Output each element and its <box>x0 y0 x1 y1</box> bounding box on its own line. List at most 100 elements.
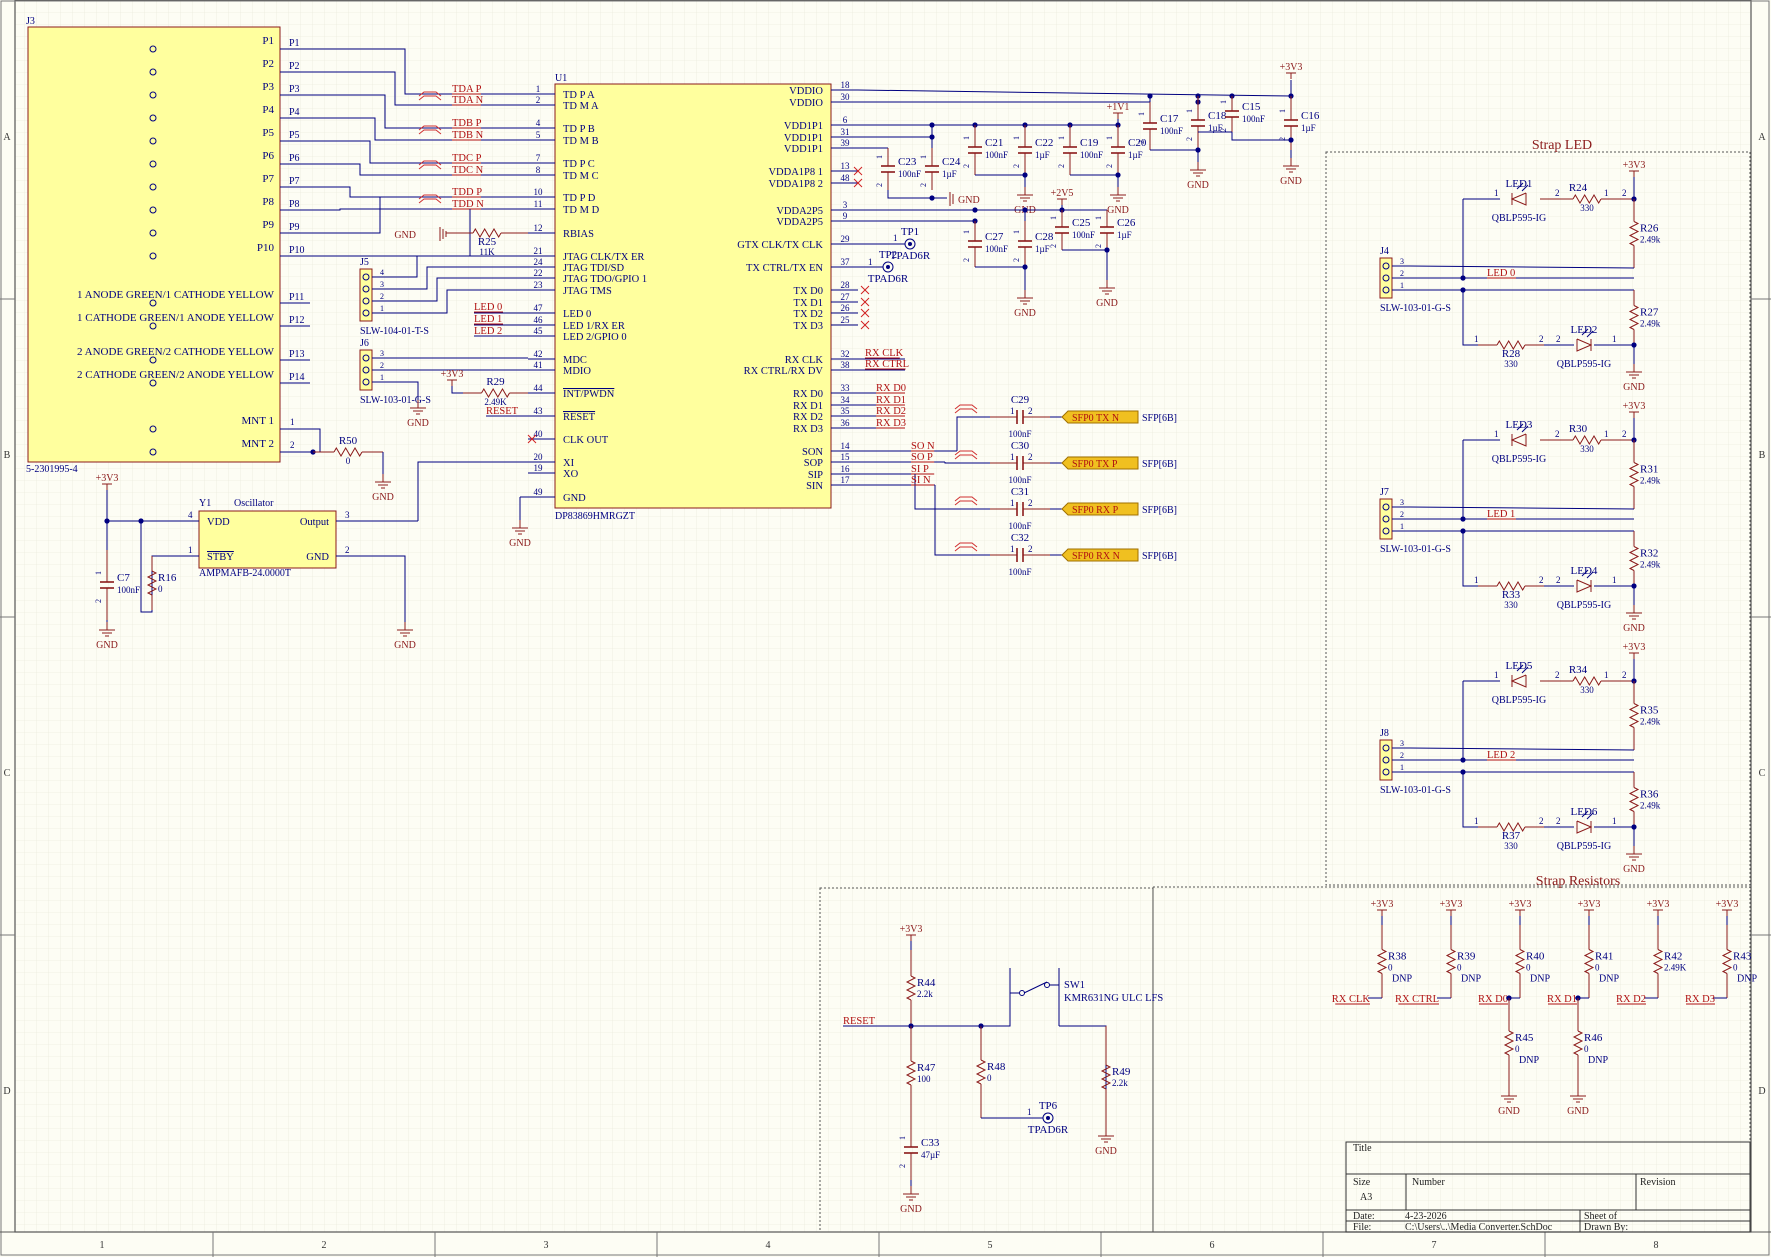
pin-number: 1 <box>1474 334 1479 344</box>
pin-number: 48 <box>841 173 851 183</box>
revision-label: Revision <box>1640 1177 1676 1188</box>
power-label: +3V3 <box>1623 401 1646 412</box>
junction-dot <box>972 207 978 213</box>
capacitor-ref: C24 <box>942 156 961 168</box>
j3-net-label: P10 <box>289 245 305 256</box>
net-label: RX CLK <box>865 348 904 359</box>
j3-pin-label: P5 <box>262 127 274 139</box>
j3-net-label: P13 <box>289 349 305 360</box>
capacitor-value: 100nF <box>117 585 140 595</box>
power-label: +3V3 <box>1440 899 1463 910</box>
resistor-ref: R47 <box>917 1062 936 1074</box>
u1-pin-name: VDD1P1 <box>784 144 823 155</box>
pin-number: 4 <box>188 510 193 520</box>
pin-number: 21 <box>534 246 543 256</box>
capacitor-ref: C17 <box>1160 113 1179 125</box>
j3-net-label: P4 <box>289 107 300 118</box>
pin-number: 5 <box>536 130 541 140</box>
u1-pin-name: LED 1/RX ER <box>563 321 625 332</box>
resistor-value: 330 <box>1580 444 1594 454</box>
resistor-value: 0 <box>1595 963 1600 973</box>
capacitor-value: 100nF <box>1008 429 1031 439</box>
u1-pin-name: SON <box>802 447 823 458</box>
gnd-label: GND <box>1623 864 1645 875</box>
port-net: SFP0 TX N <box>1072 413 1119 424</box>
j3-pin-label: 2 ANODE GREEN/2 CATHODE YELLOW <box>77 346 275 358</box>
resistor-note: DNP <box>1737 974 1757 985</box>
u1-pin-name: JTAG TDO/GPIO 1 <box>563 274 647 285</box>
border-row-label: D <box>3 1086 10 1097</box>
net-label: TDA N <box>452 95 484 106</box>
pin-number: 31 <box>841 127 850 137</box>
header-body <box>359 268 373 322</box>
pin-number: 1 <box>875 155 884 159</box>
net-label: TDC N <box>452 165 484 176</box>
pin-number: 2 <box>962 164 971 168</box>
resistor-value: 0 <box>1457 963 1462 973</box>
pin-number: 4 <box>380 268 384 277</box>
pin-number: 2 <box>919 183 928 187</box>
y1-ref: Y1 <box>199 498 211 509</box>
capacitor-value: 1µF <box>942 169 957 179</box>
border-column-label: 3 <box>544 1240 549 1251</box>
capacitor-ref: C28 <box>1035 231 1054 243</box>
gnd-label: GND <box>1623 623 1645 634</box>
pin-number: 1 <box>1604 429 1609 439</box>
pin-number: 33 <box>841 383 851 393</box>
port-net: SFP0 RX N <box>1072 551 1120 562</box>
resistor-value: 330 <box>1504 359 1518 369</box>
test-point-pad: TPAD6R <box>1028 1124 1069 1136</box>
pin-number: 2 <box>536 95 541 105</box>
net-label: TDA P <box>452 84 482 95</box>
pin-number: 1 <box>893 233 898 243</box>
u1-pin-name: VDDIO <box>789 86 823 97</box>
capacitor-ref: C22 <box>1035 137 1053 149</box>
pin-number: 1 <box>1012 230 1021 234</box>
j3-pin-label: MNT 2 <box>242 438 275 450</box>
pin-number: 1 <box>1010 406 1015 416</box>
pin-number: 1 <box>1400 763 1404 772</box>
pin-number: 30 <box>841 92 851 102</box>
resistor-value: 2.49k <box>1640 319 1661 329</box>
power-label: +3V3 <box>1716 899 1739 910</box>
border-row-label: B <box>4 450 11 461</box>
pin-number: 3 <box>380 349 384 358</box>
pin-number: 2 <box>962 258 971 262</box>
j3-pin-label: P8 <box>262 196 274 208</box>
power-label: +1V1 <box>1107 102 1130 113</box>
u1-pin-name: LED 0 <box>563 309 591 320</box>
pin-number: 2 <box>1105 164 1114 168</box>
u1-pin-name: VDDA1P8 2 <box>768 179 823 190</box>
resistor-ref: R41 <box>1595 951 1613 963</box>
net-label: LED 1 <box>1487 509 1515 520</box>
port-net: SFP0 RX P <box>1072 505 1119 516</box>
pin-number: 1 <box>919 155 928 159</box>
net-label: LED 2 <box>474 326 502 337</box>
net-label: SI N <box>911 475 931 486</box>
u1-pin-name: TX D1 <box>794 298 823 309</box>
net-label: RX D1 <box>876 395 906 406</box>
resistor-ref: R46 <box>1584 1032 1603 1044</box>
drawn-label: Drawn By: <box>1584 1222 1628 1233</box>
pin-number: 1 <box>1612 575 1617 585</box>
u1-ref: U1 <box>555 73 567 84</box>
test-point-ref: TP2 <box>879 249 897 261</box>
capacitor-ref: C16 <box>1301 110 1320 122</box>
u1-pin-name: VDDA1P8 1 <box>768 167 823 178</box>
pin-number: 24 <box>534 257 544 267</box>
pin-number: 3 <box>1400 257 1404 266</box>
capacitor-ref: C33 <box>921 1137 940 1149</box>
pin-number: 2 <box>1219 128 1228 132</box>
u1-pin-name: TX D0 <box>794 286 823 297</box>
pin-number: 1 <box>1010 544 1015 554</box>
resistor-value: 100 <box>917 1074 931 1084</box>
u1-pin-name: TX D3 <box>794 321 823 332</box>
title-label: Title <box>1353 1143 1372 1154</box>
capacitor-ref: C23 <box>898 156 917 168</box>
resistor-ref: R42 <box>1664 951 1682 963</box>
pin-number: 1 <box>188 545 193 555</box>
j3-net-label: P7 <box>289 176 300 187</box>
pin-number: 1 <box>1400 522 1404 531</box>
led-ref: LED4 <box>1571 565 1598 577</box>
pin-number: 1 <box>1604 188 1609 198</box>
